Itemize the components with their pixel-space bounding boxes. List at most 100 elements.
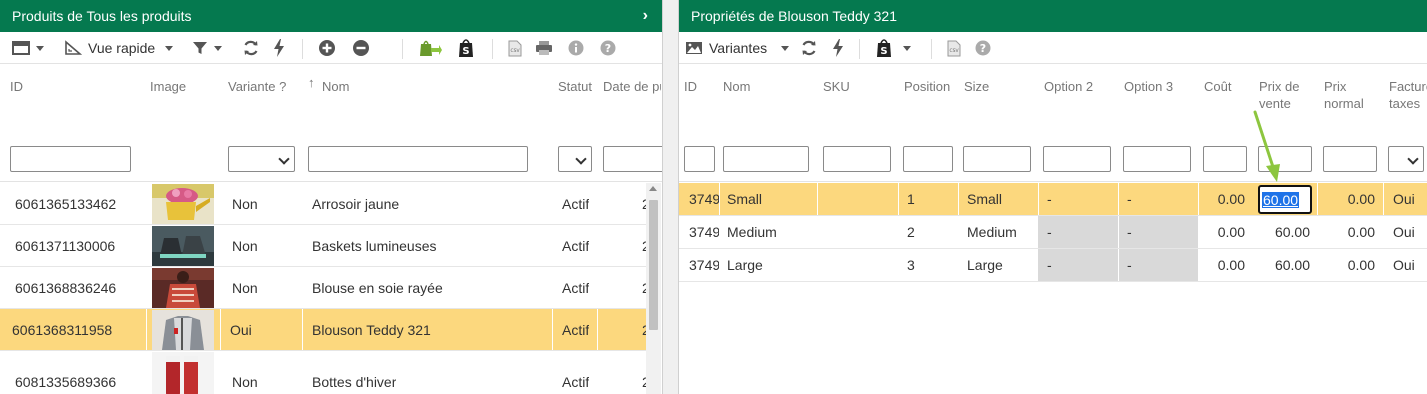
products-panel: Produits de Tous les produits › Vue rapi… <box>0 0 663 394</box>
tax-filter-select[interactable] <box>1388 146 1424 172</box>
column-header-option2[interactable]: Option 2 <box>1044 78 1093 95</box>
cell-divider <box>146 309 147 350</box>
refresh-icon <box>244 40 258 56</box>
chevron-down-icon <box>214 45 222 51</box>
product-variant: Non <box>232 195 258 212</box>
date-filter-input[interactable] <box>603 146 662 172</box>
option2-filter-input[interactable] <box>1043 146 1111 172</box>
cell-divider <box>1118 183 1119 215</box>
sale-price-edit-value[interactable]: 60.00 <box>1262 192 1300 208</box>
id-filter-input[interactable] <box>684 146 715 172</box>
sale-price-editor[interactable]: 60.00 <box>1258 185 1312 214</box>
column-header-size[interactable]: Size <box>964 78 989 95</box>
csv-file-icon: CSV <box>947 40 961 56</box>
silk-blouse-photo <box>152 268 214 308</box>
product-row[interactable]: 6061371130006 Non Baskets lumineuses Act… <box>0 225 650 267</box>
csv-export-button[interactable]: CSV <box>508 38 522 58</box>
status-filter-select[interactable] <box>558 146 592 172</box>
delete-button[interactable] <box>352 38 370 58</box>
variants-grid-header: ID Nom SKU Position Size Option 2 Option… <box>679 64 1427 182</box>
name-filter-input[interactable] <box>308 146 528 172</box>
column-header-normal-price[interactable]: Prix normal <box>1324 78 1376 112</box>
variant-size: Small <box>967 191 1003 207</box>
variant-row-selected[interactable]: 3749 Small 1 Small - - 0.00 60.00 0.00 O… <box>679 183 1427 216</box>
variant-cost: 0.00 <box>1217 257 1245 273</box>
column-header-name[interactable]: Nom <box>322 78 349 95</box>
product-row[interactable]: 6081335689366 Non Bottes d'hiver Actif 2 <box>0 351 650 394</box>
product-row[interactable]: 6061368836246 Non Blouse en soie rayée A… <box>0 267 650 309</box>
size-filter-input[interactable] <box>963 146 1031 172</box>
cell-divider <box>1118 249 1119 281</box>
sneakers-photo <box>152 226 214 266</box>
help-button[interactable]: ? <box>975 38 991 58</box>
products-panel-title: Produits de Tous les produits <box>12 8 192 24</box>
variant-row[interactable]: 3749 Large 3 Large - - 0.00 60.00 0.00 O… <box>679 249 1427 282</box>
print-button[interactable] <box>535 38 553 58</box>
printer-icon <box>536 41 552 55</box>
variant-cost: 0.00 <box>1217 191 1245 207</box>
position-filter-input[interactable] <box>903 146 953 172</box>
column-header-status[interactable]: Statut <box>558 78 592 95</box>
shopify-export-button[interactable] <box>418 38 442 58</box>
id-filter-input[interactable] <box>10 146 131 172</box>
product-status: Actif <box>562 279 590 296</box>
product-name: Bottes d'hiver <box>312 374 397 390</box>
refresh-button[interactable] <box>800 38 818 58</box>
annotation-arrow-icon <box>1253 110 1280 182</box>
shopify-menu-button[interactable]: S <box>875 38 911 58</box>
column-header-sku[interactable]: SKU <box>823 78 850 95</box>
variant-sale-price: 60.00 <box>1274 224 1310 240</box>
quick-view-button[interactable]: Vue rapide <box>64 38 174 58</box>
chevron-down-icon <box>903 45 911 51</box>
quick-action-button[interactable] <box>273 38 285 58</box>
variant-filter-select[interactable] <box>228 146 295 172</box>
collapse-chevron-icon[interactable]: › <box>643 0 648 32</box>
product-image <box>152 184 214 224</box>
product-row-selected[interactable]: 6061368311958 Oui Blouson Teddy 321 Acti… <box>0 309 650 351</box>
csv-export-button[interactable]: CSV <box>947 38 961 58</box>
variants-view-button[interactable]: Variantes <box>685 38 790 58</box>
quick-action-button[interactable] <box>832 38 844 58</box>
column-header-tax[interactable]: Facturer taxes <box>1389 78 1427 112</box>
option3-filter-input[interactable] <box>1123 146 1191 172</box>
column-header-option3[interactable]: Option 3 <box>1124 78 1173 95</box>
svg-text:?: ? <box>980 42 986 55</box>
help-button[interactable]: ? <box>600 38 616 58</box>
variant-row[interactable]: 3749 Medium 2 Medium - - 0.00 60.00 0.00… <box>679 216 1427 249</box>
info-button[interactable] <box>568 38 584 58</box>
columns-menu-button[interactable] <box>12 38 44 58</box>
column-header-variant[interactable]: Variante ? <box>228 78 286 95</box>
column-header-id[interactable]: ID <box>684 78 697 95</box>
filter-icon <box>193 42 207 54</box>
column-header-cost[interactable]: Coût <box>1204 78 1231 95</box>
product-image <box>152 268 214 308</box>
scrollbar-thumb[interactable] <box>649 200 658 330</box>
product-image <box>152 226 214 266</box>
product-row[interactable]: 6061365133462 Non Arrosoir jaune Actif 2 <box>0 183 650 225</box>
svg-text:CSV: CSV <box>510 48 520 54</box>
normal-price-filter-input[interactable] <box>1323 146 1377 172</box>
cost-filter-input[interactable] <box>1203 146 1247 172</box>
refresh-button[interactable] <box>242 38 260 58</box>
shopify-button[interactable]: S <box>457 38 475 58</box>
column-header-id[interactable]: ID <box>10 78 23 95</box>
cell-divider <box>552 309 553 350</box>
filter-button[interactable] <box>192 38 222 58</box>
ruler-icon <box>65 40 82 55</box>
product-id: 6061368836246 <box>15 279 117 296</box>
svg-text:CSV: CSV <box>949 48 959 54</box>
scroll-up-arrow-icon[interactable] <box>649 186 657 191</box>
column-header-sale-price[interactable]: Prix de vente <box>1259 78 1307 112</box>
name-filter-input[interactable] <box>723 146 809 172</box>
help-icon: ? <box>600 40 616 56</box>
column-header-position[interactable]: Position <box>904 78 950 95</box>
product-name: Baskets lumineuses <box>312 237 437 254</box>
column-header-name[interactable]: Nom <box>723 78 750 95</box>
add-button[interactable] <box>318 38 336 58</box>
column-header-image[interactable]: Image <box>150 78 186 95</box>
shopify-bag-icon: S <box>877 39 891 57</box>
column-header-date[interactable]: Date de publication <box>603 78 661 95</box>
sku-filter-input[interactable] <box>823 146 891 172</box>
help-icon: ? <box>975 40 991 56</box>
product-name: Blouse en soie rayée <box>312 279 443 296</box>
